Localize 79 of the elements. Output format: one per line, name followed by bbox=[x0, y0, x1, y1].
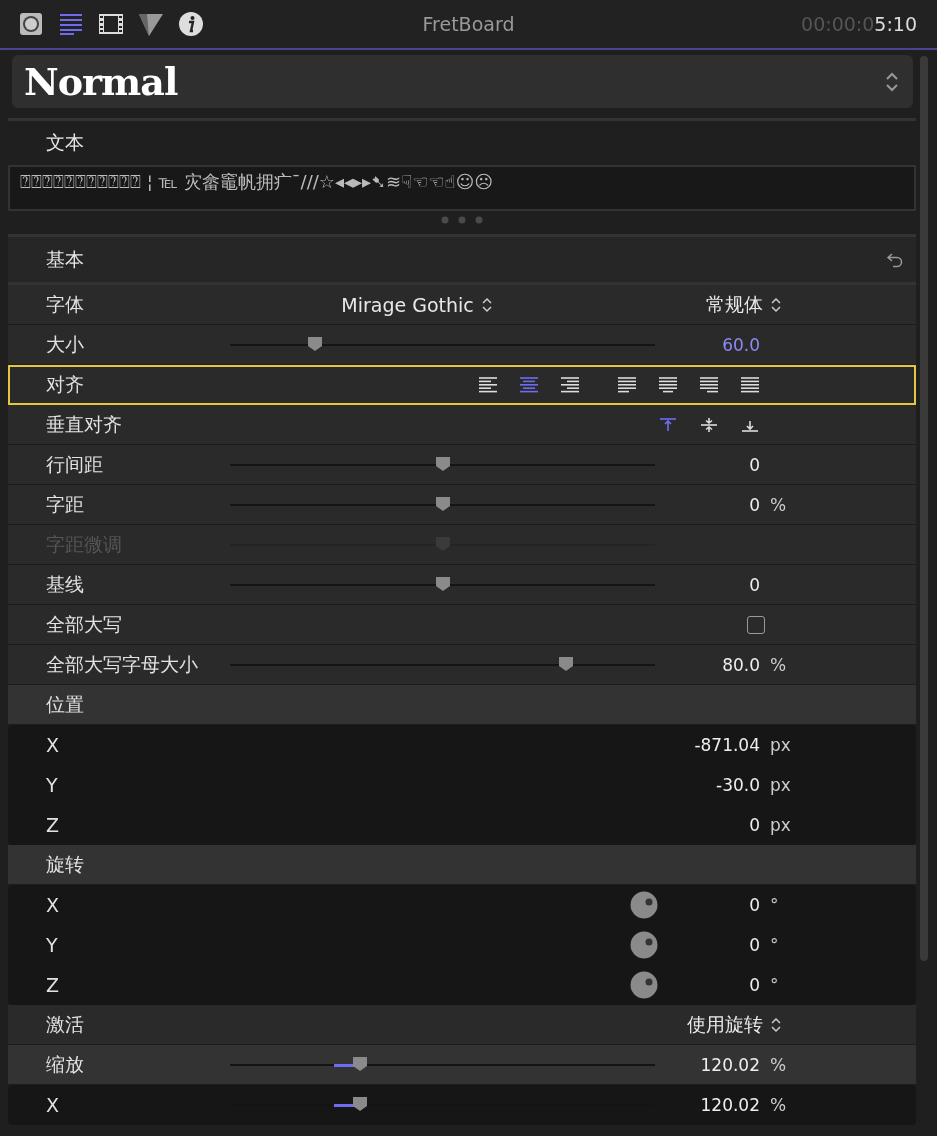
row-label: 全部大写 bbox=[46, 611, 123, 637]
style-dropdown[interactable]: 使用旋转 bbox=[687, 1011, 782, 1038]
slider-thumb[interactable] bbox=[351, 1096, 368, 1112]
unit-text: % bbox=[769, 1095, 788, 1115]
row-label: Z bbox=[46, 814, 61, 836]
value-text[interactable]: 120.02 bbox=[655, 1095, 760, 1115]
row-label: Y bbox=[46, 774, 59, 796]
value-text[interactable]: -30.0 bbox=[655, 775, 760, 795]
checkbox[interactable] bbox=[747, 615, 765, 634]
value-text[interactable]: 0 bbox=[655, 935, 760, 955]
slider-thumb[interactable] bbox=[557, 655, 574, 672]
window-title: FretBoard bbox=[421, 13, 516, 35]
slider-thumb[interactable] bbox=[434, 455, 451, 472]
dial-knob[interactable] bbox=[630, 891, 658, 919]
reset-icon[interactable] bbox=[886, 250, 905, 269]
row-label: 行间距 bbox=[46, 451, 104, 477]
row-label: X bbox=[46, 1094, 61, 1116]
unit-text: % bbox=[769, 494, 788, 515]
value-text[interactable]: 80.0 bbox=[655, 654, 760, 675]
chevron-icon bbox=[771, 1016, 782, 1033]
value-text[interactable]: 0 bbox=[655, 574, 760, 595]
dial-knob[interactable] bbox=[630, 971, 658, 999]
info-tab[interactable] bbox=[177, 10, 205, 38]
unit-text: ° bbox=[769, 895, 780, 915]
preset-dropdown[interactable]: Normal bbox=[12, 55, 913, 108]
font-dropdown[interactable]: Mirage Gothic bbox=[341, 293, 492, 316]
value-text[interactable]: 0 bbox=[655, 454, 760, 475]
section-title: 基本 bbox=[46, 246, 84, 272]
style-dropdown[interactable]: 常规体 bbox=[706, 291, 782, 318]
value-text[interactable]: 60.0 bbox=[655, 334, 760, 355]
section-title: 文本 bbox=[46, 130, 84, 155]
align-button[interactable] bbox=[617, 376, 637, 393]
row-label: 位置 bbox=[46, 691, 85, 717]
value-text[interactable]: 0 bbox=[655, 494, 760, 515]
text-field[interactable]: ⍰⍰⍰⍰⍰⍰⍰⍰⍰⍰⍰ ¦ ℡ 灾畲竈帆拥疒¯///☆◂◂▸▸➷≋☟☜☜☝☺☹ bbox=[8, 165, 917, 211]
row-label: 基线 bbox=[46, 571, 85, 597]
unit-text: px bbox=[769, 735, 792, 755]
dial-knob[interactable] bbox=[630, 931, 658, 959]
value-text[interactable]: 120.02 bbox=[655, 1054, 760, 1075]
badge-tab[interactable] bbox=[17, 10, 45, 38]
text-tab[interactable] bbox=[57, 11, 85, 37]
slider-thumb[interactable] bbox=[434, 495, 451, 512]
row-label: 旋转 bbox=[46, 851, 85, 877]
row-label: 大小 bbox=[46, 331, 85, 357]
row-label: 激活 bbox=[46, 1011, 85, 1037]
value-text[interactable]: 0 bbox=[655, 815, 760, 835]
row-label: 垂直对齐 bbox=[46, 411, 123, 437]
row-label: Z bbox=[46, 974, 61, 996]
value-text[interactable]: -871.04 bbox=[655, 735, 760, 755]
scrollbar[interactable] bbox=[920, 56, 929, 961]
row-label: X bbox=[46, 894, 61, 916]
row-label: Y bbox=[46, 934, 59, 956]
row-label: 对齐 bbox=[46, 371, 85, 397]
chevron-icon bbox=[481, 296, 492, 313]
unit-text: px bbox=[769, 815, 792, 835]
value-text[interactable]: 0 bbox=[655, 895, 760, 915]
vertical-align-button[interactable] bbox=[699, 416, 719, 433]
unit-text: px bbox=[769, 775, 792, 795]
row-label: 缩放 bbox=[46, 1051, 85, 1077]
film-tab[interactable] bbox=[97, 11, 125, 37]
align-button[interactable] bbox=[478, 376, 498, 393]
unit-text: % bbox=[769, 654, 788, 675]
slider-thumb[interactable] bbox=[434, 575, 451, 592]
row-label: X bbox=[46, 734, 61, 756]
align-button[interactable] bbox=[658, 376, 678, 393]
chevron-icon bbox=[771, 296, 782, 313]
unit-text: ° bbox=[769, 975, 780, 995]
value-text[interactable]: 0 bbox=[655, 975, 760, 995]
resize-handle-icon[interactable] bbox=[441, 216, 484, 224]
slider-thumb[interactable] bbox=[351, 1055, 368, 1072]
row-label: 全部大写字母大小 bbox=[46, 651, 199, 677]
unit-text: ° bbox=[769, 935, 780, 955]
align-button[interactable] bbox=[560, 376, 580, 393]
row-label: 字体 bbox=[46, 291, 85, 317]
align-button[interactable] bbox=[699, 376, 719, 393]
row-label: 字距 bbox=[46, 491, 85, 517]
slider-thumb[interactable] bbox=[307, 335, 323, 352]
align-button[interactable] bbox=[740, 376, 760, 393]
unit-text: % bbox=[769, 1054, 788, 1075]
